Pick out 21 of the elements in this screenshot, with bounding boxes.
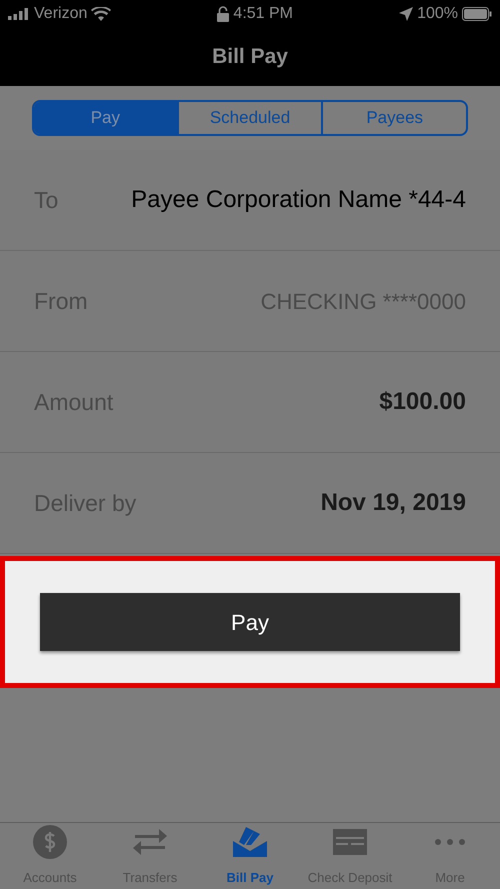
clock-time: 4:51 PM	[233, 4, 294, 24]
dollar-icon	[33, 825, 67, 860]
segment-tab[interactable]: Payees	[321, 102, 466, 134]
segment-tab[interactable]: Pay	[34, 102, 177, 134]
carrier-name: Verizon	[34, 4, 88, 24]
tab-bar-item[interactable]: Bill Pay	[200, 823, 300, 889]
check-card-icon	[333, 829, 367, 856]
pay-button[interactable]: Pay	[40, 593, 460, 651]
location-arrow-icon	[399, 6, 414, 20]
battery-icon	[462, 6, 492, 20]
nav-title: Bill Pay	[212, 44, 288, 70]
wifi-icon	[91, 6, 112, 20]
lock-icon	[217, 6, 230, 22]
segment-tab[interactable]: Scheduled	[176, 102, 322, 134]
battery-percent: 100%	[417, 4, 458, 24]
more-dots-icon	[434, 838, 466, 846]
row-value: $100.00	[379, 387, 466, 417]
row-value: Nov 19, 2019	[320, 488, 466, 518]
row-value: Payee Corporation Name *44-4	[131, 185, 466, 215]
signal-icon	[8, 8, 30, 20]
envelope-card-icon	[232, 825, 268, 860]
